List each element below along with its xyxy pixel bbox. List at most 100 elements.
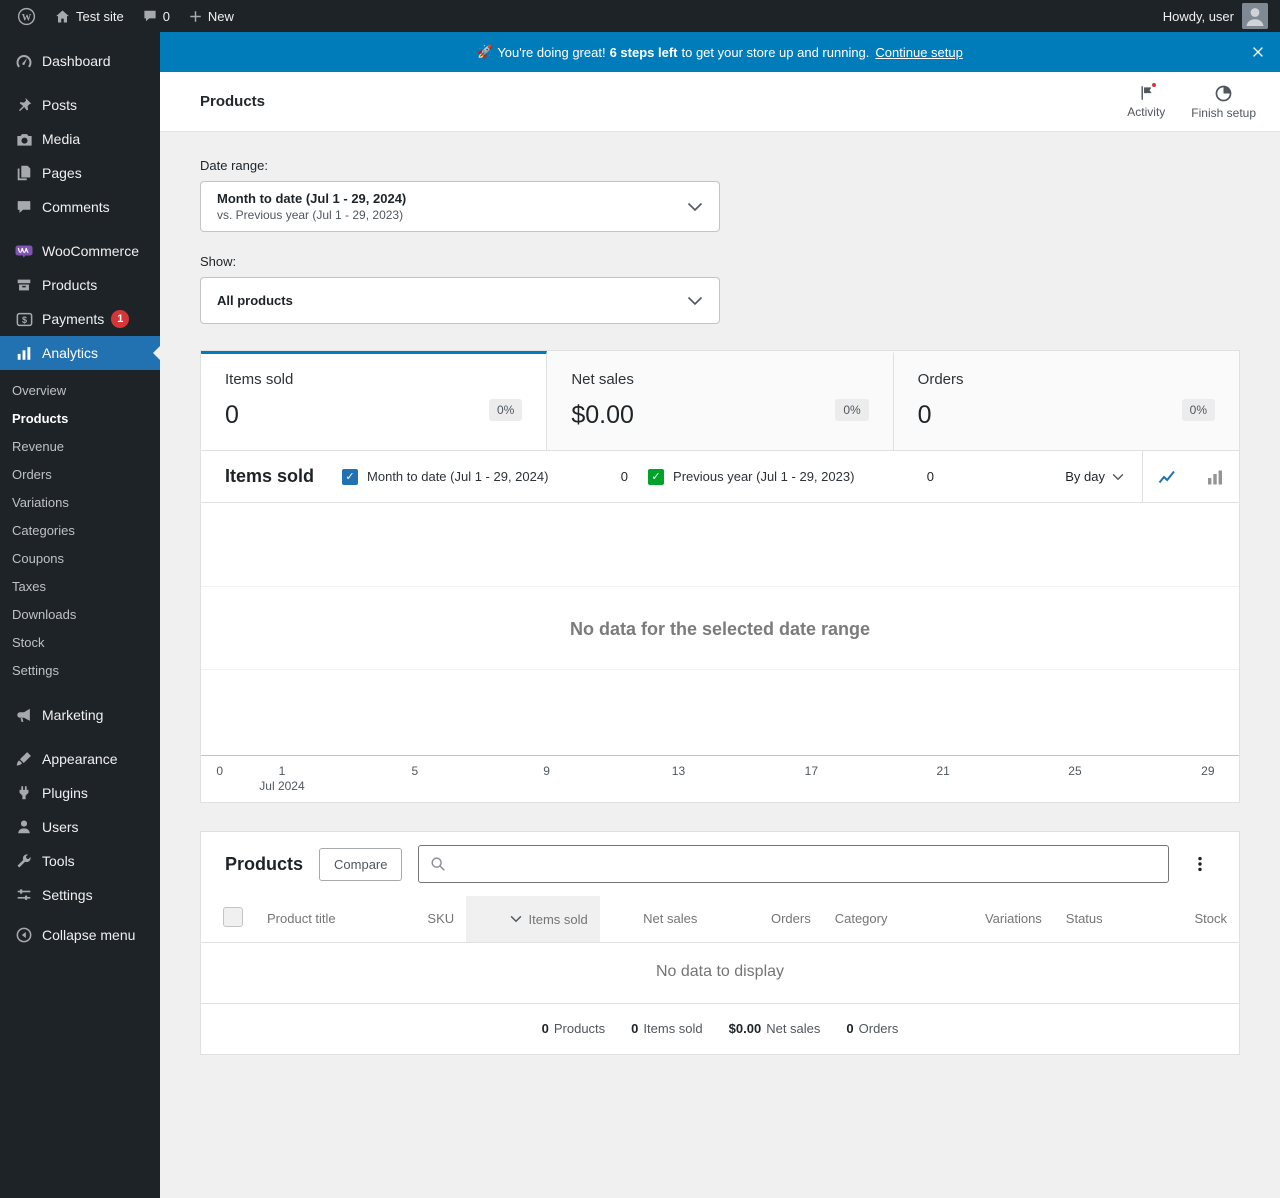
column-product-title[interactable]: Product title xyxy=(255,896,383,943)
legend-current-period[interactable]: Month to date (Jul 1 - 29, 2024) 0 xyxy=(332,451,638,502)
collapse-arrow-icon xyxy=(14,925,34,945)
finish-setup-button[interactable]: Finish setup xyxy=(1191,84,1256,120)
analytics-bars-icon xyxy=(14,343,34,363)
search-icon xyxy=(429,855,447,873)
search-input[interactable] xyxy=(455,855,1158,873)
column-stock: Stock xyxy=(1141,896,1239,943)
submenu-item-overview[interactable]: Overview xyxy=(0,376,160,404)
tab-orders[interactable]: Orders 0 0% xyxy=(893,351,1239,450)
sidebar-item-label: Payments xyxy=(42,311,105,327)
sidebar-item-woocommerce[interactable]: WooCommerce xyxy=(0,234,160,268)
products-table-title: Products xyxy=(225,853,304,874)
line-chart-toggle[interactable] xyxy=(1143,451,1191,502)
site-name: Test site xyxy=(76,8,124,24)
tab-net-sales[interactable]: Net sales $0.00 0% xyxy=(547,351,894,450)
column-sku[interactable]: SKU xyxy=(382,896,467,943)
sidebar-item-products[interactable]: Products xyxy=(0,268,160,302)
comments-icon xyxy=(14,197,34,217)
svg-text:W: W xyxy=(22,13,32,23)
banner-emoji: 🚀 xyxy=(477,44,494,59)
submenu-item-products[interactable]: Products xyxy=(0,404,160,432)
date-range-dropdown[interactable]: Month to date (Jul 1 - 29, 2024) vs. Pre… xyxy=(200,181,720,232)
column-variations[interactable]: Variations xyxy=(944,896,1054,943)
appearance-brush-icon xyxy=(14,749,34,769)
submenu-item-orders[interactable]: Orders xyxy=(0,460,160,488)
products-table-header: Products Compare xyxy=(201,832,1239,896)
show-dropdown[interactable]: All products xyxy=(200,277,720,324)
sidebar-item-dashboard[interactable]: Dashboard xyxy=(0,44,160,78)
bar-chart-toggle[interactable] xyxy=(1191,451,1239,502)
sidebar-item-collapse-menu[interactable]: Collapse menu xyxy=(0,918,160,952)
legend-previous-period[interactable]: Previous year (Jul 1 - 29, 2023) 0 xyxy=(638,451,944,502)
checkbox-checked-icon[interactable] xyxy=(648,468,665,485)
submenu-item-revenue[interactable]: Revenue xyxy=(0,432,160,460)
sidebar-item-settings[interactable]: Settings xyxy=(0,878,160,912)
sidebar-item-payments[interactable]: $ Payments 1 xyxy=(0,302,160,336)
sidebar-item-users[interactable]: Users xyxy=(0,810,160,844)
sidebar-item-pages[interactable]: Pages xyxy=(0,156,160,190)
column-category: Category xyxy=(822,896,945,943)
tab-items-sold[interactable]: Items sold 0 0% xyxy=(201,351,548,450)
admin-bar-new[interactable]: New xyxy=(179,0,243,32)
plus-icon xyxy=(188,9,203,24)
sort-desc-icon xyxy=(511,915,522,923)
my-account-menu[interactable]: Howdy, user xyxy=(1163,3,1272,29)
date-range-value: Month to date (Jul 1 - 29, 2024) xyxy=(217,191,407,206)
table-header-row: Product title SKU Items sold Net sales O… xyxy=(201,896,1239,943)
banner-close-icon[interactable] xyxy=(1250,44,1266,60)
admin-bar-comments[interactable]: 0 xyxy=(133,0,179,32)
checkbox-checked-icon[interactable] xyxy=(342,468,359,485)
sidebar-item-label: Settings xyxy=(42,887,93,903)
sidebar-item-appearance[interactable]: Appearance xyxy=(0,742,160,776)
new-label: New xyxy=(207,8,234,24)
sidebar-item-plugins[interactable]: Plugins xyxy=(0,776,160,810)
submenu-item-stock[interactable]: Stock xyxy=(0,628,160,656)
search-box[interactable] xyxy=(418,845,1169,883)
sidebar-item-posts[interactable]: Posts xyxy=(0,88,160,122)
site-name-link[interactable]: Test site xyxy=(45,0,133,32)
delta-badge: 0% xyxy=(488,398,523,421)
analytics-chart-card: Items sold 0 0% Net sales $0.00 0% Order… xyxy=(200,350,1240,803)
column-orders[interactable]: Orders xyxy=(709,896,823,943)
sidebar-item-label: Pages xyxy=(42,165,82,181)
setup-progress-icon xyxy=(1214,84,1233,103)
banner-steps-left: 6 steps left xyxy=(609,44,678,60)
wordpress-logo-icon: W xyxy=(17,7,36,26)
sidebar-item-label: Collapse menu xyxy=(42,927,136,943)
posts-pin-icon xyxy=(14,95,34,115)
legend-label: Previous year (Jul 1 - 29, 2023) xyxy=(673,469,855,484)
interval-select[interactable]: By day xyxy=(1047,451,1142,502)
kebab-menu-icon[interactable] xyxy=(1185,851,1215,877)
plugins-plug-icon xyxy=(14,783,34,803)
payments-badge: 1 xyxy=(111,310,130,328)
column-net-sales[interactable]: Net sales xyxy=(599,896,710,943)
sidebar-item-label: Tools xyxy=(42,853,75,869)
compare-button[interactable]: Compare xyxy=(319,847,403,881)
select-all-checkbox[interactable] xyxy=(223,907,243,928)
submenu-item-categories[interactable]: Categories xyxy=(0,516,160,544)
chevron-down-icon xyxy=(687,202,703,212)
sidebar-item-label: Media xyxy=(42,131,81,147)
sidebar-item-comments[interactable]: Comments xyxy=(0,190,160,224)
column-items-sold[interactable]: Items sold xyxy=(466,896,600,943)
howdy-text: Howdy, user xyxy=(1162,8,1234,24)
submenu-item-coupons[interactable]: Coupons xyxy=(0,544,160,572)
chevron-down-icon xyxy=(1112,473,1124,480)
activity-button[interactable]: Activity xyxy=(1127,81,1165,119)
wordpress-logo-menu[interactable]: W xyxy=(8,0,45,32)
sidebar-item-analytics[interactable]: Analytics xyxy=(0,336,160,370)
tools-wrench-icon xyxy=(14,851,34,871)
submenu-item-variations[interactable]: Variations xyxy=(0,488,160,516)
submenu-item-downloads[interactable]: Downloads xyxy=(0,600,160,628)
users-person-icon xyxy=(14,817,34,837)
submenu-item-taxes[interactable]: Taxes xyxy=(0,572,160,600)
sidebar-item-marketing[interactable]: Marketing xyxy=(0,698,160,732)
legend-label: Month to date (Jul 1 - 29, 2024) xyxy=(367,469,549,484)
sidebar-item-tools[interactable]: Tools xyxy=(0,844,160,878)
continue-setup-link[interactable]: Continue setup xyxy=(875,45,962,60)
page-title: Products xyxy=(200,93,266,110)
x-tick: 21 xyxy=(936,764,950,778)
submenu-item-settings[interactable]: Settings xyxy=(0,656,160,684)
x-tick: 29 xyxy=(1201,764,1215,778)
sidebar-item-media[interactable]: Media xyxy=(0,122,160,156)
